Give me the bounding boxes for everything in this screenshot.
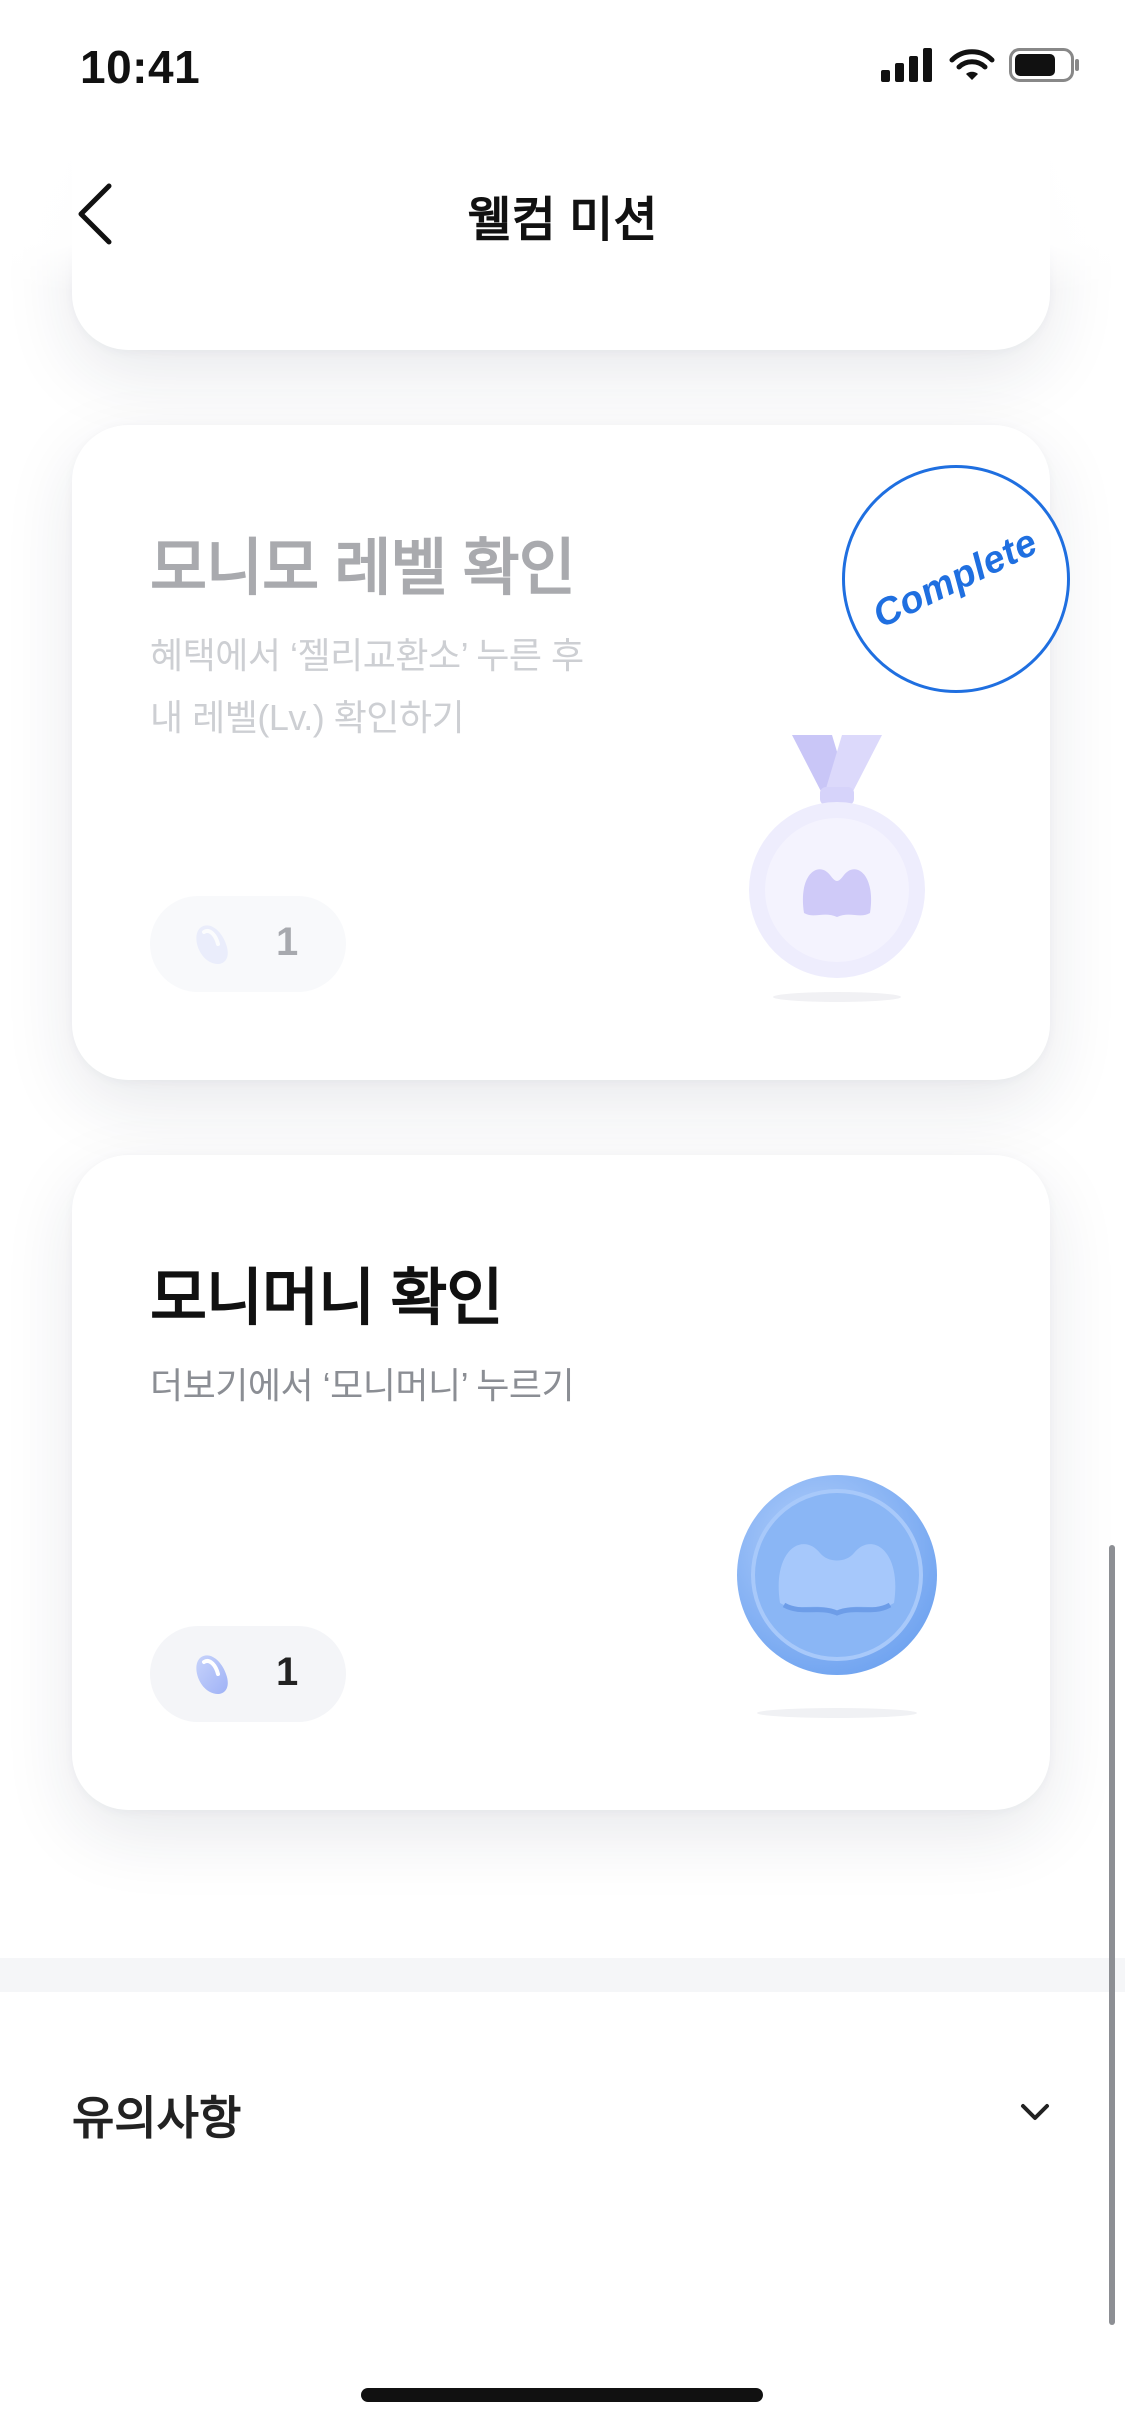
coin-icon — [737, 1475, 937, 1718]
jelly-icon — [196, 925, 228, 964]
wifi-icon — [949, 49, 995, 80]
reward-count: 1 — [276, 1650, 299, 1694]
mission-description-line: 내 레벨(Lv.) 확인하기 — [150, 697, 465, 738]
status-time: 10:41 — [80, 41, 201, 93]
jelly-icon — [196, 1655, 228, 1694]
mission-description-line: 혜택에서 ‘젤리교환소’ 누른 후 — [150, 635, 584, 676]
mission-title: 모니머니 확인 — [150, 1264, 503, 1333]
battery-icon — [1009, 48, 1079, 82]
status-bar: 10:41 — [0, 0, 1125, 132]
status-icons — [881, 48, 1081, 82]
complete-stamp: Complete — [842, 465, 1070, 693]
complete-stamp-label: Complete — [866, 520, 1045, 637]
notice-title: 유의사항 — [72, 2092, 242, 2144]
section-divider — [0, 1958, 1125, 1992]
medal-icon — [749, 735, 925, 1002]
mission-description: 혜택에서 ‘젤리교환소’ 누른 후 내 레벨(Lv.) 확인하기 — [150, 625, 710, 749]
notice-accordion[interactable]: 유의사항 — [0, 2058, 1125, 2168]
mission-description: 더보기에서 ‘모니머니’ 누르기 — [150, 1355, 710, 1417]
home-indicator — [361, 2388, 763, 2402]
mission-title: 모니모 레벨 확인 — [150, 534, 576, 603]
chevron-down-icon[interactable] — [1017, 2094, 1053, 2130]
reward-badge: 1 — [150, 896, 346, 992]
navigation-bar: 웰컴 미션 — [0, 132, 1125, 292]
mission-card-level-check[interactable]: 모니모 레벨 확인 혜택에서 ‘젤리교환소’ 누른 후 내 레벨(Lv.) 확인… — [72, 425, 1070, 1080]
signal-icon — [881, 48, 932, 82]
mission-list: 모니모 레벨 확인 혜택에서 ‘젤리교환소’ 누른 후 내 레벨(Lv.) 확인… — [0, 0, 1125, 2436]
reward-badge: 1 — [150, 1626, 346, 1722]
scrollbar[interactable] — [1109, 1545, 1115, 2325]
reward-count: 1 — [276, 920, 299, 964]
page-title: 웰컴 미션 — [467, 194, 658, 247]
mission-description-line: 더보기에서 ‘모니머니’ 누르기 — [150, 1365, 575, 1406]
mission-card-monimoney-check[interactable]: 모니머니 확인 더보기에서 ‘모니머니’ 누르기 1 — [72, 1155, 1050, 1810]
